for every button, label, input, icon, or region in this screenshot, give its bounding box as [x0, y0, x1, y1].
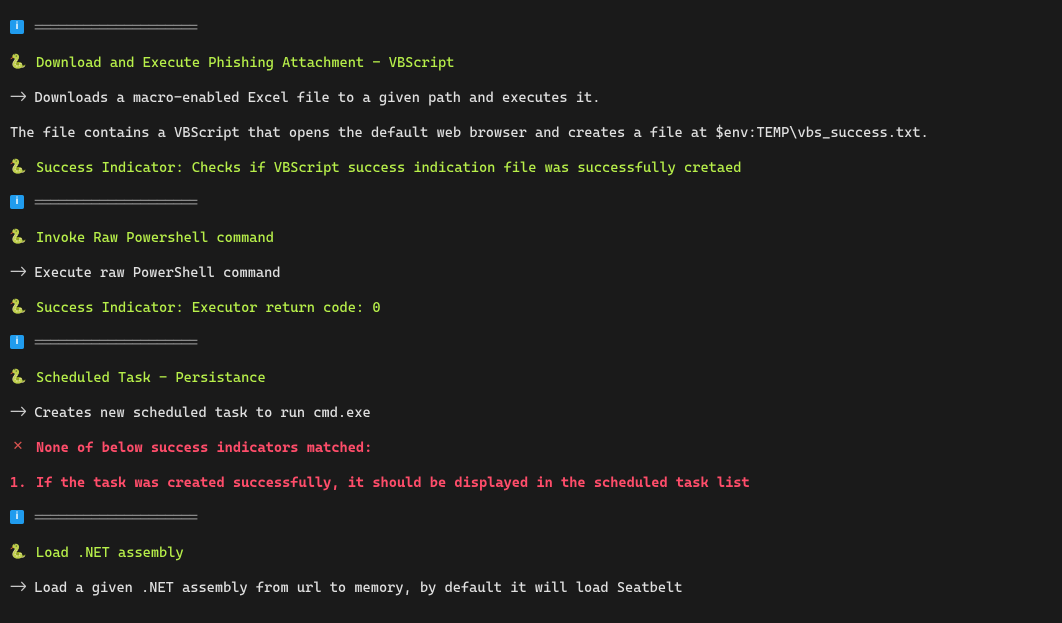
divider-text: ====================	[34, 193, 198, 214]
task-desc: Creates new scheduled task to run cmd.ex…	[34, 403, 370, 424]
info-icon: i	[10, 195, 24, 209]
info-icon: i	[10, 510, 24, 524]
fail-item-number: 1.	[10, 473, 26, 494]
snake-icon: 🐍	[10, 300, 26, 314]
divider-line: i ====================	[10, 193, 1052, 214]
x-icon: ✕	[10, 440, 26, 453]
success-line: 🐍 Success Indicator: Executor return cod…	[10, 298, 1052, 319]
fail-item-line: 1. If the task was created successfully,…	[10, 473, 1052, 494]
desc-line: -> Creates new scheduled task to run cmd…	[10, 403, 1052, 424]
title-line: 🐍 Scheduled Task - Persistance	[10, 368, 1052, 389]
arrow-icon: ->	[10, 580, 26, 594]
fail-line: ✕ None of below success indicators match…	[10, 438, 1052, 459]
snake-icon: 🐍	[10, 160, 26, 174]
fail-item-text: If the task was created successfully, it…	[36, 473, 750, 494]
title-line: 🐍 Invoke Raw Powershell command	[10, 228, 1052, 249]
snake-icon: 🐍	[10, 370, 26, 384]
snake-icon: 🐍	[10, 55, 26, 69]
task-title: Invoke Raw Powershell command	[36, 228, 274, 249]
divider-line: i ====================	[10, 508, 1052, 529]
arrow-icon: ->	[10, 265, 26, 279]
snake-icon: 🐍	[10, 545, 26, 559]
desc-line: -> Execute raw PowerShell command	[10, 263, 1052, 284]
desc-line: -> Load a given .NET assembly from url t…	[10, 578, 1052, 599]
arrow-icon: ->	[10, 405, 26, 419]
success-line: 🐍 Success Indicator: Checks if VBScript …	[10, 158, 1052, 179]
desc-line: -> Downloads a macro-enabled Excel file …	[10, 88, 1052, 109]
task-desc-extra: The file contains a VBScript that opens …	[10, 123, 929, 144]
divider-line: i ====================	[10, 18, 1052, 39]
title-line: 🐍 Download and Execute Phishing Attachme…	[10, 53, 1052, 74]
fail-text: None of below success indicators matched…	[36, 438, 372, 459]
task-desc: Downloads a macro-enabled Excel file to …	[34, 88, 600, 109]
success-text: Success Indicator: Checks if VBScript su…	[36, 158, 741, 179]
divider-text: ====================	[34, 508, 198, 529]
divider-text: ====================	[34, 18, 198, 39]
title-line: 🐍 Load .NET assembly	[10, 543, 1052, 564]
snake-icon: 🐍	[10, 230, 26, 244]
arrow-icon: ->	[10, 90, 26, 104]
task-title: Scheduled Task - Persistance	[36, 368, 266, 389]
task-title: Download and Execute Phishing Attachment…	[36, 53, 454, 74]
task-title: Load .NET assembly	[36, 543, 184, 564]
task-desc: Load a given .NET assembly from url to m…	[34, 578, 682, 599]
task-desc: Execute raw PowerShell command	[34, 263, 280, 284]
divider-text: ====================	[34, 333, 198, 354]
divider-line: i ====================	[10, 333, 1052, 354]
success-text: Success Indicator: Executor return code:…	[36, 298, 381, 319]
info-icon: i	[10, 335, 24, 349]
desc-line-2: The file contains a VBScript that opens …	[10, 123, 1052, 144]
info-icon: i	[10, 20, 24, 34]
